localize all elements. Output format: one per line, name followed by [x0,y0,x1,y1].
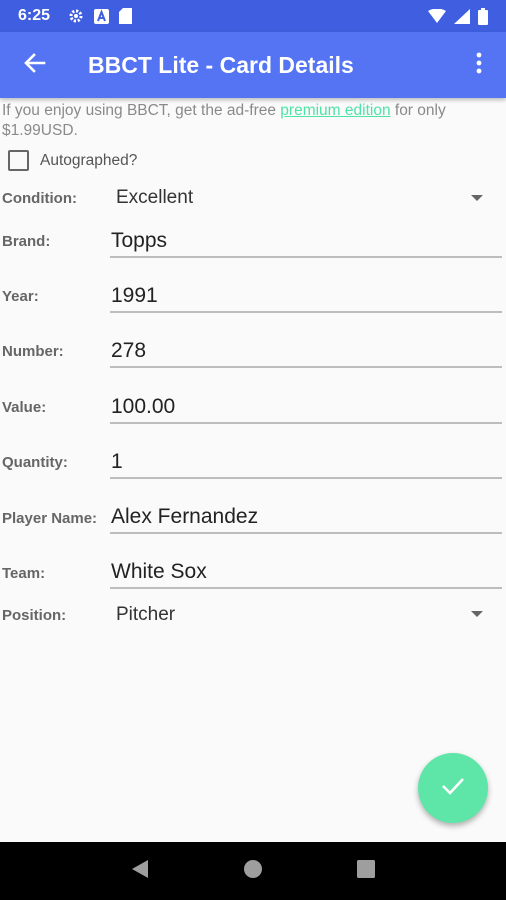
back-button[interactable] [0,32,70,98]
condition-value[interactable]: Excellent [116,187,193,209]
settings-icon [68,8,84,24]
brand-label: Brand: [2,233,51,250]
year-input[interactable]: 1991 [111,284,158,308]
brand-underline [110,256,502,258]
quantity-input[interactable]: 1 [111,450,123,474]
position-value[interactable]: Pitcher [116,604,175,626]
save-fab-button[interactable] [418,753,488,823]
wifi-icon [428,9,446,23]
team-label: Team: [2,565,46,582]
system-nav-bar [0,842,506,900]
autographed-checkbox[interactable] [8,150,29,171]
promo-text-before: If you enjoy using BBCT, get the ad-free [2,102,281,119]
premium-edition-link[interactable]: premium edition [280,102,390,119]
back-triangle-icon [131,859,149,884]
more-vert-icon [476,52,482,79]
signal-icon [454,8,470,24]
autographed-label: Autographed? [40,151,138,169]
value-input[interactable]: 100.00 [111,395,175,419]
arrow-back-icon [24,52,46,79]
battery-icon [478,7,488,25]
check-icon [441,776,465,801]
status-bar: 6:25 [0,0,506,32]
home-circle-icon [243,859,263,884]
sd-card-icon [119,8,133,24]
dropdown-arrow-icon [471,195,483,201]
number-input[interactable]: 278 [111,339,146,363]
dropdown-arrow-icon [471,611,483,617]
overflow-menu-button[interactable] [452,32,506,98]
nav-recents-button[interactable] [346,851,386,891]
app-bar: BBCT Lite - Card Details [0,32,506,98]
position-label: Position: [2,607,67,624]
brand-input[interactable]: Topps [111,229,167,253]
player-name-input[interactable]: Alex Fernandez [111,505,258,529]
status-icons-right [428,7,488,25]
a-badge-icon [94,8,110,24]
year-underline [110,311,502,313]
player-name-label: Player Name: [2,510,98,527]
nav-back-button[interactable] [120,851,160,891]
recents-square-icon [356,859,375,883]
condition-label: Condition: [2,190,77,207]
autographed-row[interactable]: Autographed? [8,150,137,171]
promo-text: If you enjoy using BBCT, get the ad-free… [2,101,502,141]
number-underline [110,366,502,368]
team-input[interactable]: White Sox [111,560,207,584]
status-time: 6:25 [18,7,51,24]
team-underline [110,587,502,589]
value-label: Value: [2,399,47,416]
year-label: Year: [2,288,39,305]
status-icons-left [68,8,133,24]
player-name-underline [110,532,502,534]
nav-home-button[interactable] [233,851,273,891]
quantity-underline [110,477,502,479]
value-underline [110,422,502,424]
page-title: BBCT Lite - Card Details [88,51,354,78]
quantity-label: Quantity: [2,454,68,471]
number-label: Number: [2,343,64,360]
